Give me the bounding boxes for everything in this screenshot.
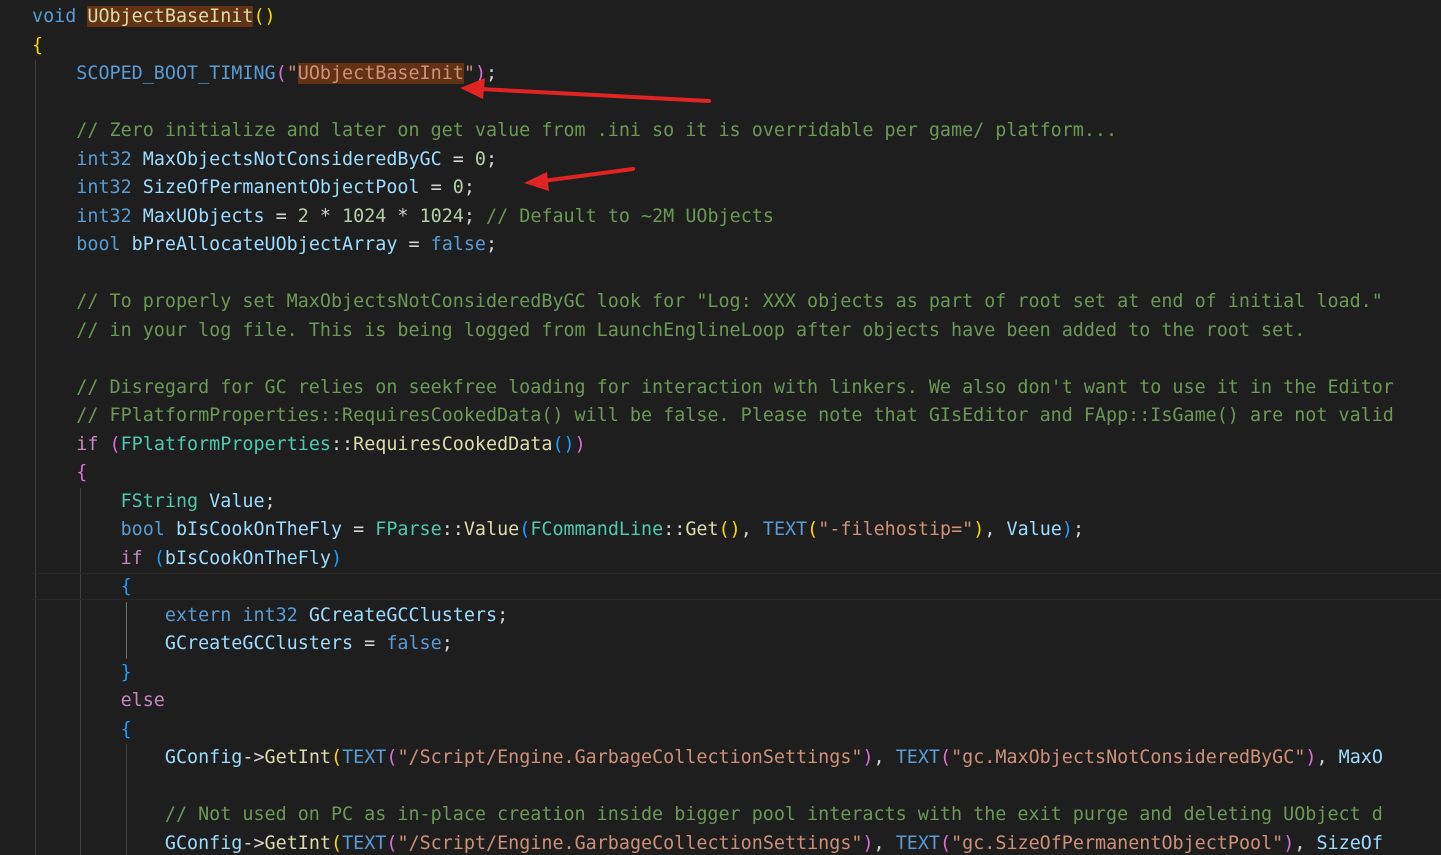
code-editor[interactable]: void UObjectBaseInit() { SCOPED_BOOT_TIM… [0, 0, 1441, 855]
code-line-comment-proper-set-2[interactable]: // in your log file. This is being logge… [32, 317, 1305, 346]
brace: { [32, 35, 44, 56]
code-line-comment-not-used-on-pc[interactable]: // Not used on PC as in-place creation i… [32, 801, 1383, 830]
current-line-highlight [32, 573, 1441, 600]
brace: { [120, 719, 132, 740]
code-line-function-signature[interactable]: void UObjectBaseInit() [32, 3, 276, 32]
code-line-if-cook-on-the-fly[interactable]: if (bIsCookOnTheFly) [32, 545, 342, 574]
variable: MaxO [1338, 747, 1383, 768]
function-name: GetInt [264, 747, 331, 768]
variable: SizeOf [1316, 833, 1383, 854]
type-name: FString [120, 491, 199, 512]
class-name: FPlatformProperties [120, 434, 331, 455]
function-name: RequiresCookedData [353, 434, 553, 455]
macro-name: TEXT [342, 747, 387, 768]
macro-name: TEXT [342, 833, 387, 854]
code-line-comment-disregard-2[interactable]: // FPlatformProperties::RequiresCookedDa… [32, 402, 1394, 431]
code-line-gcreate-assign[interactable]: GCreateGCClusters = false; [32, 630, 453, 659]
variable: bIsCookOnTheFly [164, 548, 331, 569]
string-literal: "gc.SizeOfPermanentObjectPool" [951, 833, 1284, 854]
class-name: FCommandLine [530, 519, 664, 540]
comment: // FPlatformProperties::RequiresCookedDa… [76, 405, 1394, 426]
comment: // Zero initialize and later on get valu… [76, 120, 1118, 141]
code-line-close-brace[interactable]: } [32, 659, 132, 688]
macro-name: SCOPED_BOOT_TIMING [76, 63, 276, 84]
code-line-open-brace-current[interactable]: { [32, 573, 132, 602]
comment: // in your log file. This is being logge… [76, 320, 1306, 341]
code-line-max-objects-decl[interactable]: int32 MaxObjectsNotConsideredByGC = 0; [32, 146, 497, 175]
variable: GConfig [164, 747, 243, 768]
variable: SizeOfPermanentObjectPool [142, 177, 420, 198]
macro-name: TEXT [895, 747, 940, 768]
variable: bPreAllocateUObjectArray [131, 234, 398, 255]
code-line-open-brace[interactable]: { [32, 459, 87, 488]
comment: // Disregard for GC relies on seekfree l… [76, 377, 1394, 398]
brace: { [76, 462, 88, 483]
code-line-comment-proper-set-1[interactable]: // To properly set MaxObjectsNotConsider… [32, 288, 1383, 317]
red-arrow-boot-timing [460, 78, 711, 103]
variable: Value [209, 491, 265, 512]
return-type: void [32, 6, 77, 27]
code-line-size-of-pool-decl[interactable]: int32 SizeOfPermanentObjectPool = 0; [32, 174, 475, 203]
comment: // Default to ~2M UObjects [486, 206, 774, 227]
comment: // To properly set MaxObjectsNotConsider… [76, 291, 1383, 312]
function-name[interactable]: UObjectBaseInit [87, 6, 254, 27]
code-line-gconfig-max-objects[interactable]: GConfig->GetInt(TEXT("/Script/Engine.Gar… [32, 744, 1383, 773]
string-literal: "gc.MaxObjectsNotConsideredByGC" [951, 747, 1306, 768]
comment: // Not used on PC as in-place creation i… [164, 804, 1383, 825]
code-line-extern-decl[interactable]: extern int32 GCreateGCClusters; [32, 602, 508, 631]
string-literal: "/Script/Engine.GarbageCollectionSetting… [397, 747, 863, 768]
variable: GCreateGCClusters [164, 633, 354, 654]
brace: } [120, 662, 132, 683]
code-line-comment-zero-init[interactable]: // Zero initialize and later on get valu… [32, 117, 1117, 146]
code-line-open-brace[interactable]: { [32, 716, 132, 745]
code-line-if-requires-cooked[interactable]: if (FPlatformProperties::RequiresCookedD… [32, 431, 585, 460]
function-name: Value [463, 519, 520, 540]
function-name: GetInt [264, 833, 331, 854]
code-line-fstring-decl[interactable]: FString Value; [32, 488, 276, 517]
string-literal: "/Script/Engine.GarbageCollectionSetting… [397, 833, 863, 854]
class-name: FParse [375, 519, 442, 540]
brace: { [120, 576, 132, 597]
macro-name: TEXT [762, 519, 808, 540]
variable: GConfig [164, 833, 243, 854]
boot-timing-string[interactable]: UObjectBaseInit [297, 63, 464, 84]
string-literal: "-filehostip=" [818, 519, 974, 540]
variable: bIsCookOnTheFly [175, 519, 343, 540]
variable: GCreateGCClusters [308, 605, 498, 626]
variable: MaxObjectsNotConsideredByGC [142, 149, 442, 170]
variable: MaxUObjects [142, 206, 265, 227]
code-line-cook-on-the-fly-decl[interactable]: bool bIsCookOnTheFly = FParse::Value(FCo… [32, 516, 1084, 545]
code-line-comment-disregard-1[interactable]: // Disregard for GC relies on seekfree l… [32, 374, 1394, 403]
code-line-gconfig-size-of-pool[interactable]: GConfig->GetInt(TEXT("/Script/Engine.Gar… [32, 830, 1383, 855]
code-line-else[interactable]: else [32, 687, 165, 716]
paren: () [253, 6, 276, 27]
macro-name: TEXT [895, 833, 940, 854]
code-line-open-brace[interactable]: { [32, 32, 43, 61]
red-arrow-size-of-pool [524, 167, 635, 191]
code-line-preallocate-decl[interactable]: bool bPreAllocateUObjectArray = false; [32, 231, 497, 260]
code-line-max-uobjects-decl[interactable]: int32 MaxUObjects = 2 * 1024 * 1024; // … [32, 203, 774, 232]
variable: Value [1006, 519, 1062, 540]
function-name: Get [685, 519, 719, 540]
code-line-boot-timing[interactable]: SCOPED_BOOT_TIMING("UObjectBaseInit"); [32, 60, 497, 89]
